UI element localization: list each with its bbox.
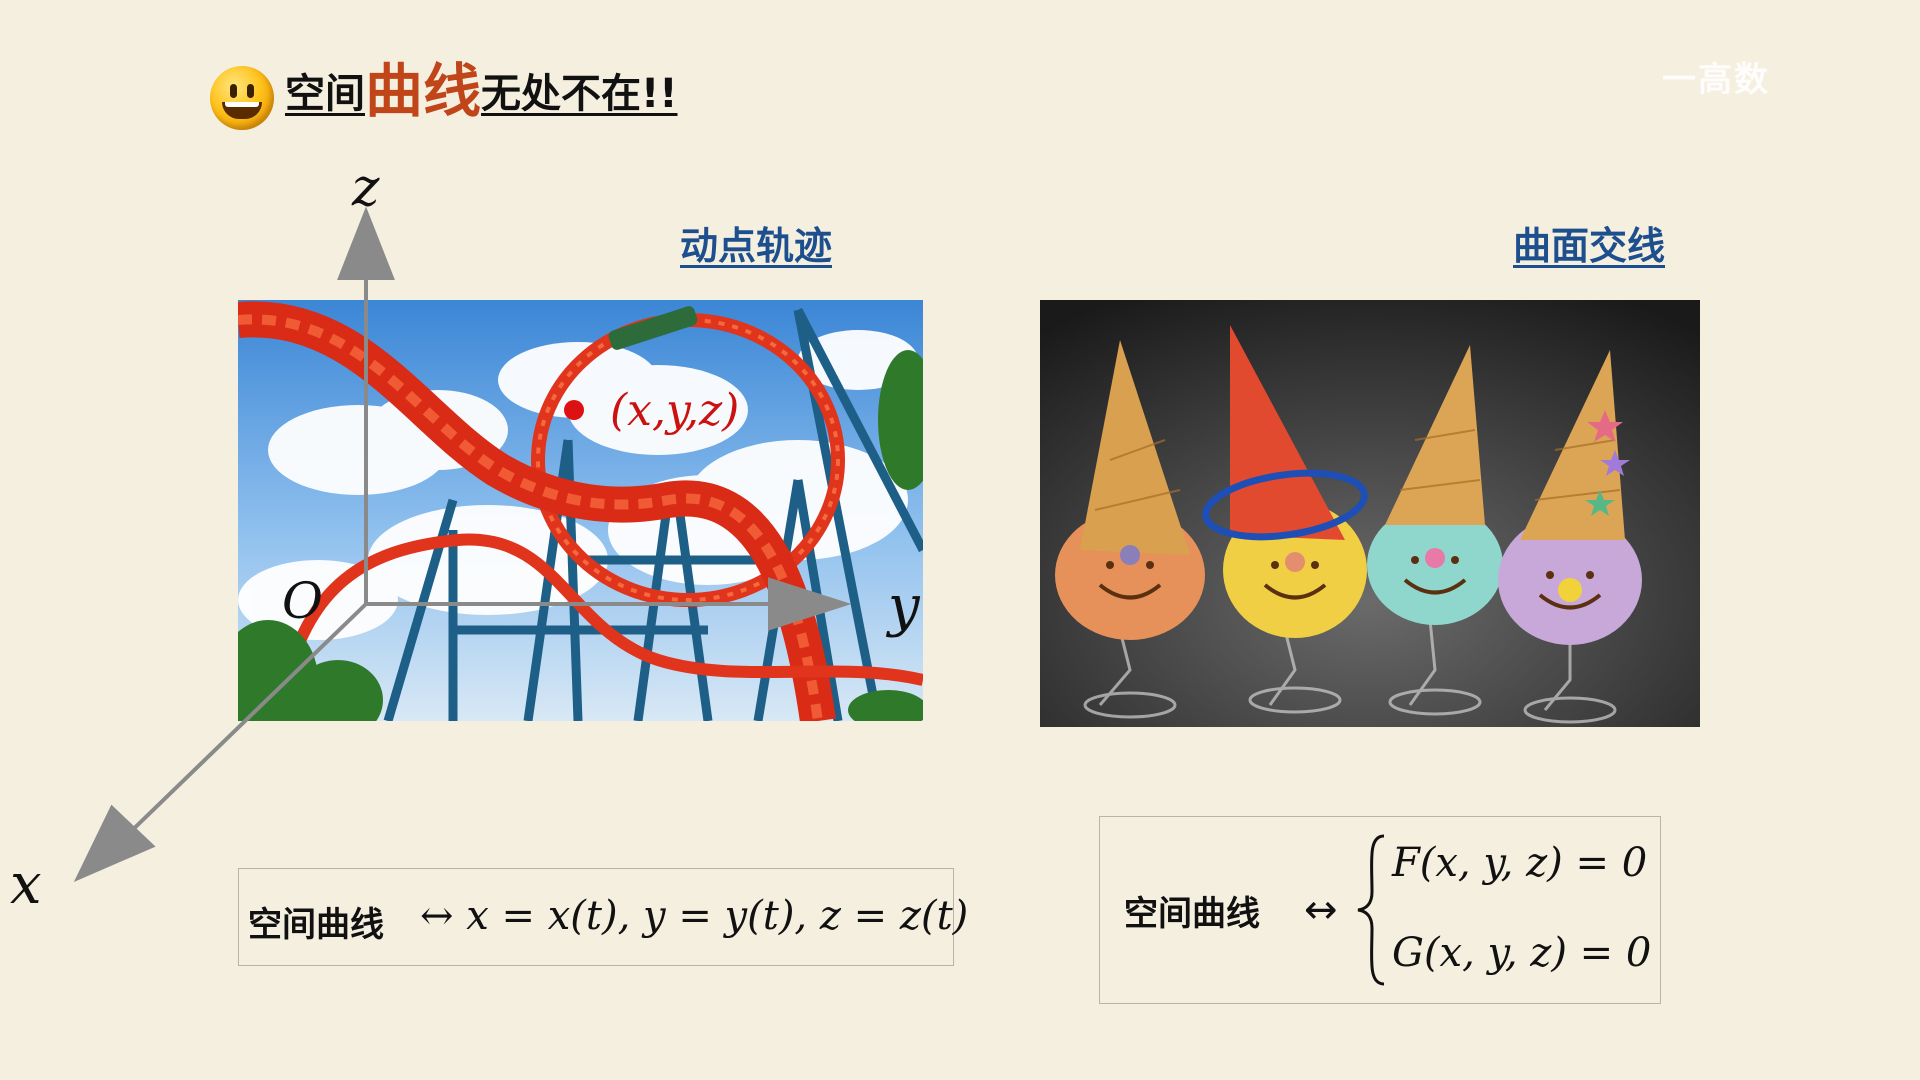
emoji-left-eye (230, 84, 237, 98)
general-equation-label: 空间曲线 (1124, 894, 1260, 934)
equivalence-arrow: ↔ (1304, 887, 1338, 933)
surface-equation-2: G(x, y, z) = 0 (1392, 930, 1652, 976)
title-part-1: 空间 (285, 71, 365, 117)
y-axis-label: y (888, 574, 920, 639)
roller-coaster-image (238, 300, 923, 721)
emoji-right-eye (247, 84, 254, 98)
caption-surface-intersection[interactable]: 曲面交线 (1513, 215, 1665, 270)
z-axis-arrowhead (337, 206, 395, 280)
parametric-equation: ↔ x = x(t), y = y(t), z = z(t) (420, 893, 969, 939)
x-axis-label: x (10, 852, 42, 917)
point-coordinate-label: (x,y,z) (610, 385, 740, 436)
caption-moving-point-trajectory[interactable]: 动点轨迹 (680, 215, 832, 270)
z-axis-label: z (352, 158, 380, 218)
smiley-emoji-icon (210, 66, 274, 130)
emoji-mouth (222, 102, 262, 119)
title-highlight: 曲线 (365, 57, 482, 125)
watermark: 一高数 (1662, 60, 1770, 100)
x-axis-arrowhead (73, 804, 156, 882)
left-brace-icon (1357, 834, 1385, 986)
title-part-3: 无处不在!! (481, 71, 678, 117)
parametric-label: 空间曲线 (248, 905, 384, 945)
surface-equation-1: F(x, y, z) = 0 (1392, 840, 1648, 886)
ice-cream-cones-image (1040, 300, 1700, 727)
page-title: 空间曲线无处不在!! (285, 62, 678, 120)
origin-label: O (282, 572, 323, 630)
